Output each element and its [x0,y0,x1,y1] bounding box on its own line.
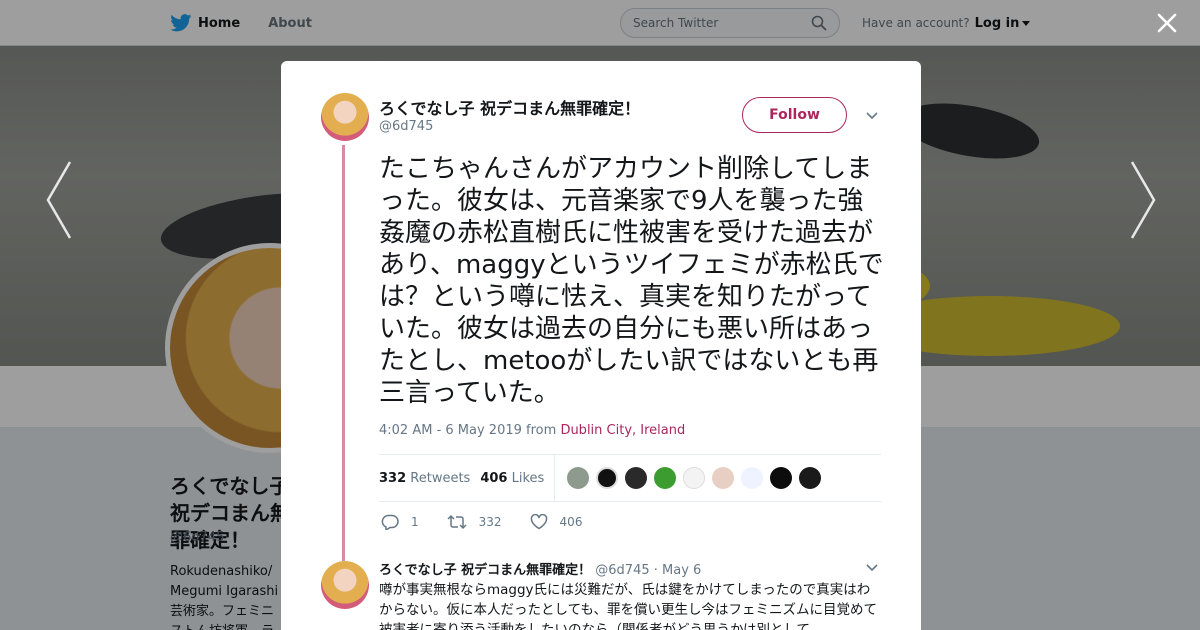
like-count: 406 [559,515,583,529]
reply-separator: · [653,563,658,578]
tweet-actions: 1 332 406 [381,514,610,530]
liker-avatar[interactable] [654,467,677,489]
reply-text: 噂が事実無根ならmaggy氏には災難だが、氏は鍵をかけてしまったので真実はわから… [379,582,878,630]
likes-count: 406 [480,470,508,486]
reply-action[interactable]: 1 [381,514,419,530]
retweet-count: 332 [478,515,502,529]
liker-avatars [567,467,828,489]
heart-icon [530,514,547,530]
tweet-text: たこちゃんさんがアカウント削除してしまった。彼女は、元音楽家で9人を襲った強姦魔… [379,154,884,408]
reply-header: ろくでなし子 祝デコまん無罪確定！ @6d745 · May 6 [379,559,701,578]
retweets-label: Retweets [410,470,471,486]
liker-avatar[interactable] [770,467,793,489]
like-action[interactable]: 406 [530,514,583,530]
likes-stat[interactable]: 406 Likes [480,471,544,486]
liker-avatar[interactable] [799,467,822,489]
follow-button[interactable]: Follow [742,97,847,133]
liker-avatar[interactable] [712,467,735,489]
author-name[interactable]: ろくでなし子 祝デコまん無罪確定！ [379,95,640,119]
reply-author-handle[interactable]: @6d745 [595,563,649,578]
retweets-stat[interactable]: 332 Retweets [379,471,470,486]
reply-count: 1 [411,515,419,529]
tweet-timestamp[interactable]: 4:02 AM - 6 May 2019 [379,423,522,438]
reply-date[interactable]: May 6 [662,563,701,578]
chevron-down-icon[interactable] [866,564,878,572]
liker-avatar[interactable] [625,467,648,489]
reply-icon [381,514,399,530]
tweet-stats: 332 Retweets 406 Likes [379,454,881,502]
close-icon[interactable] [1156,12,1178,34]
chevron-right-icon[interactable] [1128,160,1158,240]
chevron-down-icon[interactable] [866,112,878,120]
liker-avatar[interactable] [567,467,590,489]
liker-avatar[interactable] [596,467,619,489]
retweets-count: 332 [379,470,407,486]
author-avatar[interactable] [321,93,369,141]
author-handle[interactable]: @6d745 [379,119,433,134]
reply-author-avatar[interactable] [321,561,369,609]
reply-author-name[interactable]: ろくでなし子 祝デコまん無罪確定！ [379,563,591,578]
thread-line [342,145,345,561]
from-label: from [526,423,557,438]
liker-avatar[interactable] [683,467,706,489]
chevron-left-icon[interactable] [44,160,74,240]
liker-avatar[interactable] [741,467,764,489]
tweet-location-link[interactable]: Dublin City, Ireland [560,423,685,438]
tweet-metadata: 4:02 AM - 6 May 2019 from Dublin City, I… [379,423,685,438]
likes-label: Likes [511,470,545,486]
retweet-action[interactable]: 332 [447,514,502,530]
tweet-permalink-modal: ろくでなし子 祝デコまん無罪確定！ @6d745 Follow たこちゃんさんが… [281,61,921,630]
retweet-icon [447,514,467,530]
stats-divider [554,455,556,501]
